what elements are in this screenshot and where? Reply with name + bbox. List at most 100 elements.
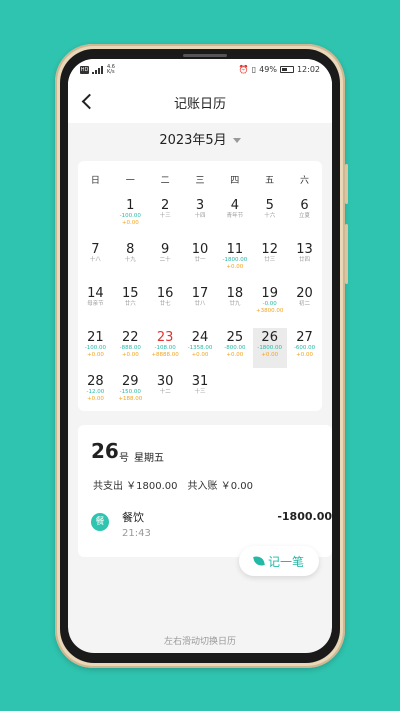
selected-day: 26	[91, 439, 119, 463]
side-button	[345, 224, 348, 284]
day-number: 29	[122, 374, 139, 389]
day-income: +0.00	[261, 352, 279, 358]
calendar-day[interactable]: 18 廿九	[218, 284, 252, 324]
lunar-label: 廿六	[124, 301, 136, 307]
day-number: 1	[126, 198, 135, 213]
status-bar: HD 4.6 K/s ⏰ ▯ 49% 12:02	[68, 59, 332, 81]
weekday-label: 二	[160, 176, 170, 186]
day-number: 20	[296, 286, 313, 301]
day-expense: -12.00	[86, 389, 105, 395]
calendar-day[interactable]: 12 廿三	[253, 240, 287, 280]
calendar-day[interactable]: 17 廿八	[183, 284, 217, 324]
caret-down-icon	[232, 138, 241, 143]
calendar-day[interactable]: 10 廿一	[183, 240, 217, 280]
lunar-label: 廿九	[229, 301, 241, 307]
day-number: 23	[156, 330, 174, 345]
add-record-button[interactable]: 记一笔	[239, 546, 319, 576]
month-selector[interactable]: 2023年5月	[68, 129, 332, 148]
calendar-day[interactable]: 30 十二	[148, 372, 182, 412]
day-income: +0.00	[226, 264, 244, 270]
day-number: 15	[122, 286, 139, 301]
lunar-label: 廿七	[159, 301, 171, 307]
page-title: 记账日历	[173, 97, 226, 112]
lunar-label: 十六	[264, 213, 276, 219]
weekday-label: 三	[195, 176, 205, 186]
signal-icon	[92, 66, 104, 74]
calendar-day[interactable]: 9 二十	[148, 240, 182, 280]
calendar-day[interactable]: 24 -1358.00 +0.00	[183, 328, 217, 368]
calendar-day[interactable]: 11 -1800.00 +0.00	[218, 240, 252, 280]
calendar-day[interactable]: 7 十八	[78, 240, 112, 280]
day-expense: -1800.00	[257, 345, 283, 351]
calendar-day[interactable]: 23 -108.00 +8888.00	[148, 328, 182, 368]
calendar-day[interactable]: 19 -0.00 +3800.00	[253, 284, 287, 324]
day-unit: 号	[119, 453, 129, 464]
day-number: 18	[226, 286, 244, 301]
day-income: +0.00	[296, 352, 313, 358]
calendar-day[interactable]: 27 -600.00 +0.00	[288, 328, 322, 368]
calendar-day[interactable]: 3 十四	[183, 196, 217, 236]
calendar-day[interactable]: 1 -100.00 +0.00	[113, 196, 147, 236]
day-expense: -600.00	[293, 345, 316, 351]
day-expense: -108.00	[154, 345, 176, 351]
day-number: 27	[296, 330, 313, 345]
calendar-day[interactable]: 28 -12.00 +0.00	[78, 372, 112, 412]
day-expense: -1800.00	[222, 257, 248, 263]
day-expense: -100.00	[119, 213, 141, 219]
calendar-card: 日一二三四五六 1 -100.00 +0.00 2 十三 3 十四 4 青年节 5 十六 6 立夏 7 十八…	[78, 161, 322, 411]
day-number: 25	[226, 330, 244, 345]
day-number: 19	[261, 286, 278, 301]
day-income: +0.00	[121, 220, 139, 226]
calendar-day[interactable]: 31 十三	[183, 372, 217, 412]
day-expense: -888.00	[119, 345, 141, 351]
calendar-day[interactable]: 13 廿四	[288, 240, 322, 280]
day-number: 31	[191, 374, 209, 389]
calendar-day[interactable]: 22 -888.00 +0.00	[113, 328, 147, 368]
calendar-day[interactable]: 26 -1800.00 +0.00	[252, 328, 287, 368]
lunar-label: 初二	[299, 301, 311, 307]
day-income: +0.00	[226, 352, 244, 358]
day-number: 9	[161, 242, 170, 257]
day-number: 28	[87, 374, 104, 389]
day-number: 6	[300, 198, 309, 213]
day-number: 21	[87, 330, 104, 345]
day-number: 12	[261, 242, 278, 257]
calendar-day[interactable]: 29 -150.00 +188.00	[113, 372, 147, 412]
calendar-day[interactable]: 25 -800.00 +0.00	[218, 328, 252, 368]
day-number: 5	[265, 198, 274, 213]
calendar-day[interactable]: 21 -100.00 +0.00	[78, 328, 112, 368]
lunar-label: 廿三	[264, 257, 276, 263]
calendar-day[interactable]: 6 立夏	[288, 196, 322, 236]
day-number: 14	[87, 286, 104, 301]
weekday-label: 四	[230, 176, 240, 186]
day-expense: -0.00	[262, 301, 277, 307]
calendar-day[interactable]: 20 初二	[288, 284, 322, 324]
calendar-day[interactable]: 15 廿六	[113, 284, 147, 324]
weekday-label: 五	[265, 176, 275, 186]
day-number: 7	[91, 242, 100, 257]
calendar-day[interactable]: 8 十九	[113, 240, 147, 280]
battery-icon	[279, 66, 294, 73]
clock: 12:02	[296, 65, 320, 74]
lunar-label: 十九	[124, 257, 136, 263]
day-number: 2	[161, 198, 170, 213]
net-speed: 4.6 K/s	[107, 64, 115, 75]
speaker	[183, 54, 227, 57]
calendar-day[interactable]: 14 母亲节	[78, 284, 112, 324]
calendar-day[interactable]: 2 十三	[148, 196, 182, 236]
day-number: 16	[156, 286, 174, 301]
day-income: +188.00	[118, 396, 143, 402]
lunar-label: 十二	[159, 389, 171, 395]
day-income: +0.00	[86, 396, 104, 402]
day-income: +0.00	[191, 352, 209, 358]
lunar-label: 十八	[89, 257, 101, 263]
day-number: 26	[261, 330, 278, 345]
lunar-label: 母亲节	[87, 301, 104, 307]
lunar-label: 青年节	[226, 213, 244, 219]
calendar-day[interactable]: 16 廿七	[148, 284, 182, 324]
calendar-day[interactable]: 5 十六	[253, 196, 287, 236]
weekday-label: 日	[90, 176, 100, 186]
weekday-label: 一	[125, 176, 135, 186]
day-expense: -150.00	[119, 389, 141, 395]
calendar-day[interactable]: 4 青年节	[218, 196, 252, 236]
